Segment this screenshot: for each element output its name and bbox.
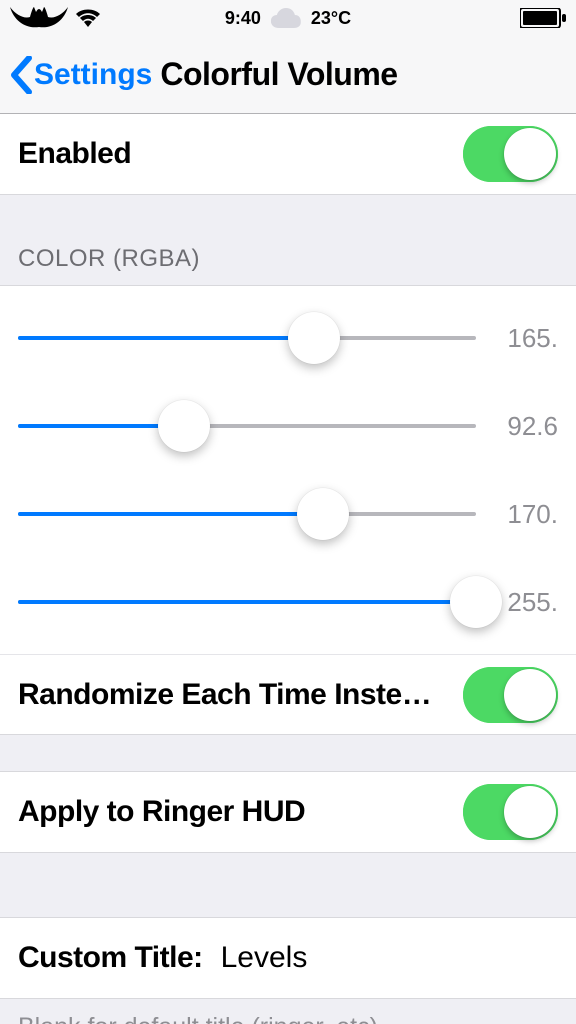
slider-g[interactable] <box>18 404 476 448</box>
slider-r[interactable] <box>18 316 476 360</box>
battery-icon <box>520 8 566 28</box>
slider-r-thumb[interactable] <box>288 312 340 364</box>
slider-g-value: 92.6 <box>494 411 558 442</box>
enabled-group: Enabled <box>0 114 576 195</box>
slider-row-b: 170. <box>0 470 576 558</box>
ringer-label: Apply to Ringer HUD <box>18 795 305 829</box>
nav-bar: Settings Colorful Volume <box>0 36 576 114</box>
slider-r-fill <box>18 336 314 340</box>
randomize-row: Randomize Each Time Inste… <box>0 654 576 734</box>
slider-a[interactable] <box>18 580 476 624</box>
page-title: Colorful Volume <box>160 56 397 93</box>
back-button[interactable]: Settings <box>10 56 152 94</box>
slider-a-fill <box>18 600 476 604</box>
slider-row-r: 165. <box>0 294 576 382</box>
custom-title-label: Custom Title: <box>18 941 203 975</box>
enabled-toggle[interactable] <box>463 126 558 182</box>
color-section-header: COLOR (RGBA) <box>0 195 576 285</box>
randomize-label: Randomize Each Time Inste… <box>18 678 431 712</box>
ringer-toggle[interactable] <box>463 784 558 840</box>
slider-g-thumb[interactable] <box>158 400 210 452</box>
slider-row-g: 92.6 <box>0 382 576 470</box>
slider-a-thumb[interactable] <box>450 576 502 628</box>
enabled-label: Enabled <box>18 137 131 171</box>
batman-icon <box>10 7 68 29</box>
status-time: 9:40 <box>225 8 261 29</box>
ringer-group: Apply to Ringer HUD <box>0 771 576 853</box>
slider-b[interactable] <box>18 492 476 536</box>
wifi-icon <box>76 9 100 27</box>
slider-r-value: 165. <box>494 323 558 354</box>
slider-a-value: 255. <box>494 587 558 618</box>
chevron-left-icon <box>10 56 32 94</box>
custom-title-footer: Blank for default title (ringer, etc). <box>0 999 576 1024</box>
color-group: 165. 92.6 170. 255. <box>0 285 576 735</box>
slider-b-thumb[interactable] <box>297 488 349 540</box>
back-label: Settings <box>34 58 152 92</box>
status-bar: 9:40 23°C <box>0 0 576 36</box>
enabled-row: Enabled <box>0 114 576 194</box>
custom-title-value: Levels <box>221 941 308 975</box>
custom-title-row[interactable]: Custom Title: Levels <box>0 918 576 998</box>
slider-b-value: 170. <box>494 499 558 530</box>
slider-row-a: 255. <box>0 558 576 646</box>
randomize-toggle[interactable] <box>463 667 558 723</box>
cloud-icon <box>271 8 301 28</box>
ringer-row: Apply to Ringer HUD <box>0 772 576 852</box>
status-temp: 23°C <box>311 8 351 29</box>
custom-title-group: Custom Title: Levels <box>0 917 576 999</box>
slider-b-fill <box>18 512 323 516</box>
